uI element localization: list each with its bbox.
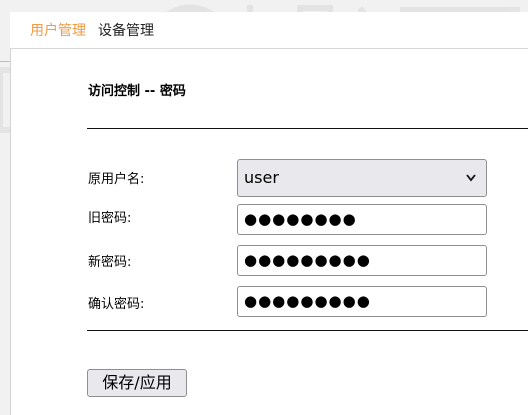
old-password-label: 旧密码: <box>88 211 132 226</box>
top-nav: 用户管理 设备管理 <box>10 12 528 49</box>
new-password-label: 新密码: <box>88 255 132 270</box>
confirm-password-input[interactable]: ●●●●●●●●● <box>237 286 487 317</box>
tab-device-management[interactable]: 设备管理 <box>98 22 154 40</box>
confirm-password-label: 确认密码: <box>88 297 145 312</box>
content-panel: 访问控制 -- 密码 原用户名: user 旧密码: ●●●●●●●● 新密码:… <box>10 49 528 415</box>
new-password-input[interactable]: ●●●●●●●●● <box>237 245 487 276</box>
chevron-down-icon <box>465 160 477 210</box>
username-select-value: user <box>244 168 279 187</box>
save-apply-button[interactable]: 保存/应用 <box>87 369 187 397</box>
username-label: 原用户名: <box>88 172 145 187</box>
title-divider <box>87 128 528 129</box>
tab-user-management[interactable]: 用户管理 <box>30 22 86 40</box>
username-select[interactable]: user <box>237 159 487 197</box>
old-password-input[interactable]: ●●●●●●●● <box>237 204 487 235</box>
left-divider <box>0 61 10 62</box>
form-divider <box>87 330 528 331</box>
page-title: 访问控制 -- 密码 <box>88 84 186 99</box>
